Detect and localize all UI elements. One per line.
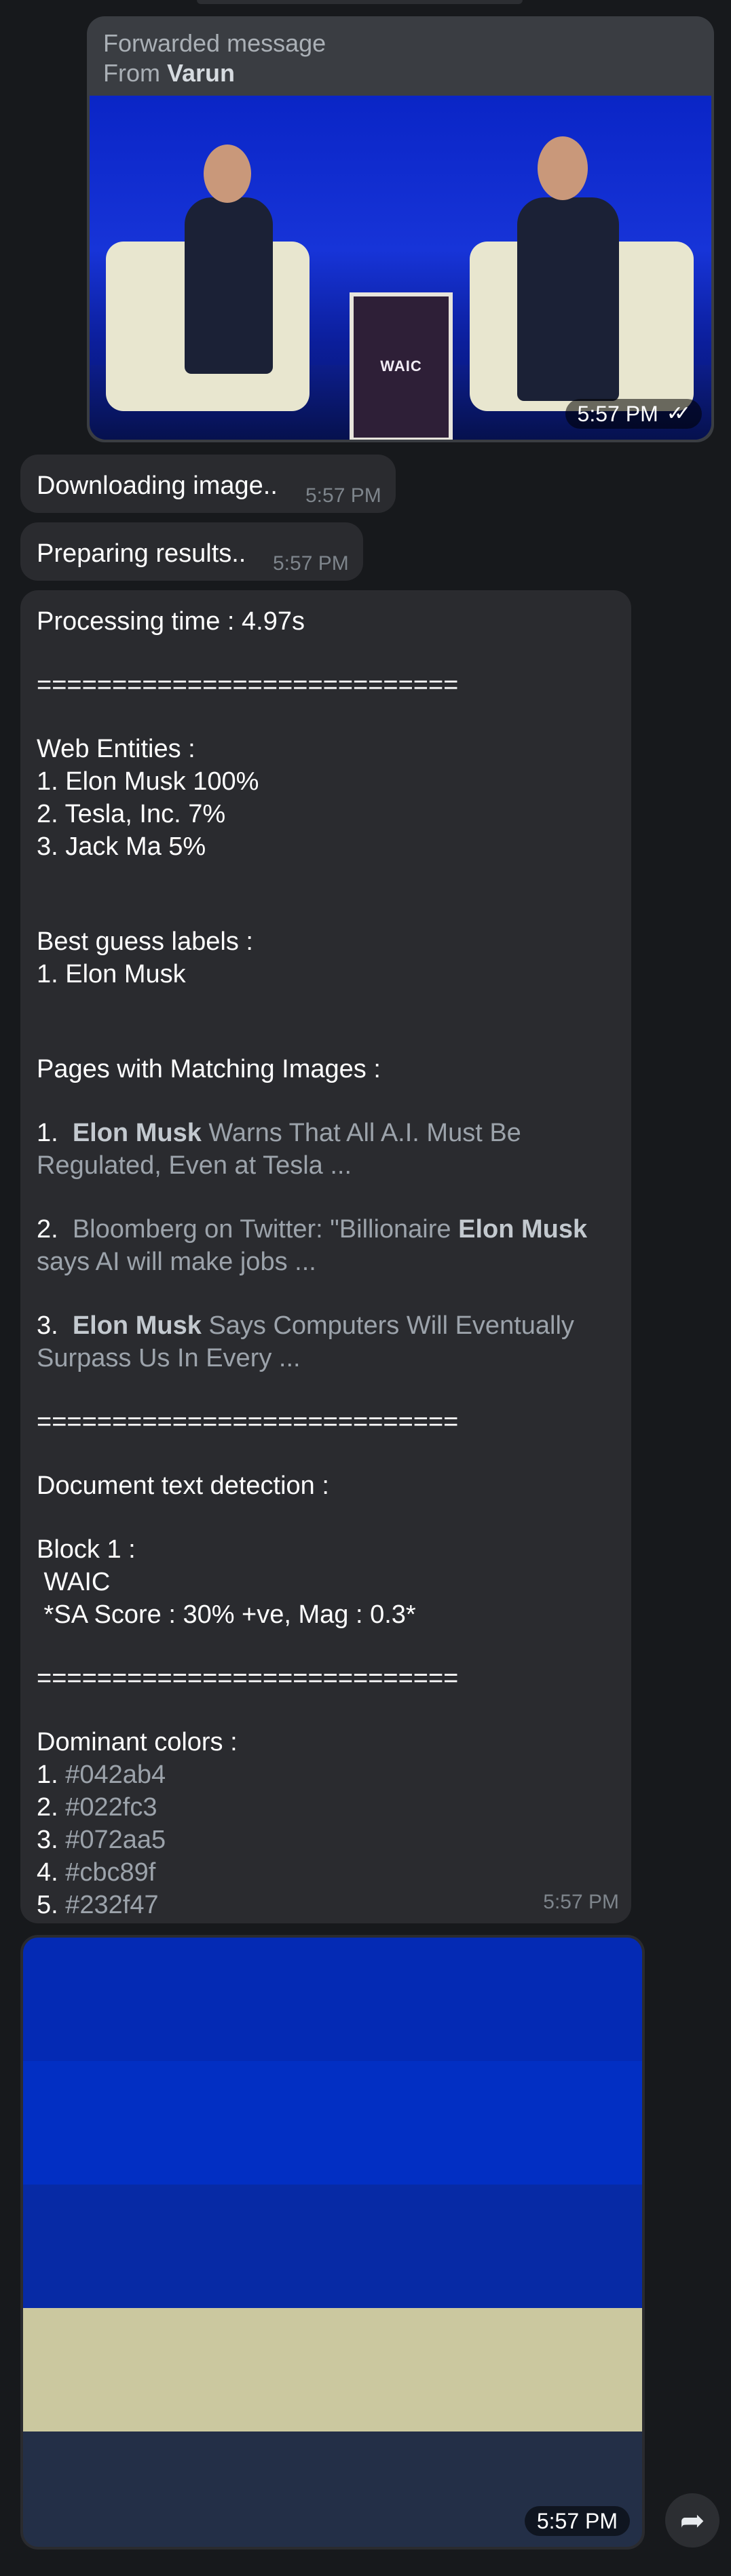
- forwarded-label: Forwarded message: [103, 29, 326, 57]
- best-guess-title: Best guess labels :: [37, 927, 253, 956]
- message-time: 5:57 PM: [543, 1891, 619, 1913]
- left-person-head: [204, 145, 251, 203]
- message-time: 5:57 PM: [524, 2506, 630, 2536]
- color-swatch: [23, 2061, 642, 2185]
- doc-text-title: Document text detection :: [37, 1472, 329, 1500]
- colors-image[interactable]: 5:57 PM: [23, 1938, 642, 2547]
- separator: ============================: [37, 1664, 459, 1693]
- message-text: Downloading image..: [37, 472, 278, 500]
- colors-image-message[interactable]: 5:57 PM: [20, 1935, 645, 2550]
- message-time: 5:57 PM: [273, 552, 349, 575]
- color-swatch: [23, 1938, 642, 2061]
- color-item: 5. #232f47: [37, 1891, 159, 1919]
- right-person-head: [538, 136, 588, 200]
- previous-message-edge: [197, 0, 523, 4]
- colors-title: Dominant colors :: [37, 1728, 238, 1756]
- processing-time: Processing time : 4.97s: [37, 607, 305, 636]
- pages-title: Pages with Matching Images :: [37, 1055, 381, 1083]
- double-check-icon: ✓✓: [666, 402, 691, 425]
- web-entity: 1. Elon Musk 100%: [37, 767, 259, 796]
- separator: ============================: [37, 1408, 459, 1436]
- forwarded-photo[interactable]: WAIC 5:57 PM ✓✓: [90, 96, 711, 440]
- matching-page-link-cont[interactable]: Surpass Us In Every ...: [37, 1342, 301, 1374]
- best-guess-label: 1. Elon Musk: [37, 960, 186, 988]
- podium-logo: WAIC: [380, 358, 422, 374]
- color-item: 4. #cbc89f: [37, 1858, 156, 1887]
- forwarded-from[interactable]: From Varun: [103, 58, 326, 88]
- block-sentiment: *SA Score : 30% +ve, Mag : 0.3*: [37, 1600, 416, 1629]
- matching-page-link-cont[interactable]: Regulated, Even at Tesla ...: [37, 1149, 352, 1182]
- message-preparing[interactable]: Preparing results.. 5:57 PM: [20, 522, 363, 581]
- forwarded-from-name[interactable]: Varun: [167, 59, 235, 87]
- matching-page-link[interactable]: 3. Elon Musk Says Computers Will Eventua…: [37, 1309, 574, 1342]
- color-swatch: [23, 2185, 642, 2308]
- block-text: WAIC: [37, 1568, 111, 1596]
- color-item: 1. #042ab4: [37, 1761, 166, 1789]
- matching-page-link[interactable]: 2. Bloomberg on Twitter: "Billionaire El…: [37, 1213, 587, 1246]
- message-downloading[interactable]: Downloading image.. 5:57 PM: [20, 455, 396, 513]
- web-entity: 2. Tesla, Inc. 7%: [37, 800, 226, 828]
- message-text: Preparing results..: [37, 539, 246, 568]
- message-time: 5:57 PM: [305, 484, 381, 507]
- left-person: [185, 197, 273, 374]
- color-item: 2. #022fc3: [37, 1793, 157, 1822]
- color-item: 3. #072aa5: [37, 1826, 166, 1854]
- web-entities-title: Web Entities :: [37, 735, 195, 763]
- podium: WAIC: [350, 292, 453, 440]
- web-entity: 3. Jack Ma 5%: [37, 832, 206, 861]
- message-results[interactable]: Processing time : 4.97s ================…: [20, 590, 631, 1923]
- forward-share-icon[interactable]: ➦: [665, 2493, 719, 2548]
- forward-header: Forwarded message From Varun: [103, 28, 326, 88]
- photo-timestamp: 5:57 PM ✓✓: [565, 399, 702, 429]
- color-swatch: [23, 2308, 642, 2431]
- right-person: [517, 197, 619, 401]
- forwarded-message-bubble[interactable]: Forwarded message From Varun WAIC 5:57 P…: [87, 16, 714, 442]
- matching-page-link[interactable]: 1. Elon Musk Warns That All A.I. Must Be: [37, 1117, 521, 1149]
- matching-page-link-cont[interactable]: says AI will make jobs ...: [37, 1246, 316, 1278]
- separator: ============================: [37, 671, 459, 699]
- block-title: Block 1 :: [37, 1535, 136, 1564]
